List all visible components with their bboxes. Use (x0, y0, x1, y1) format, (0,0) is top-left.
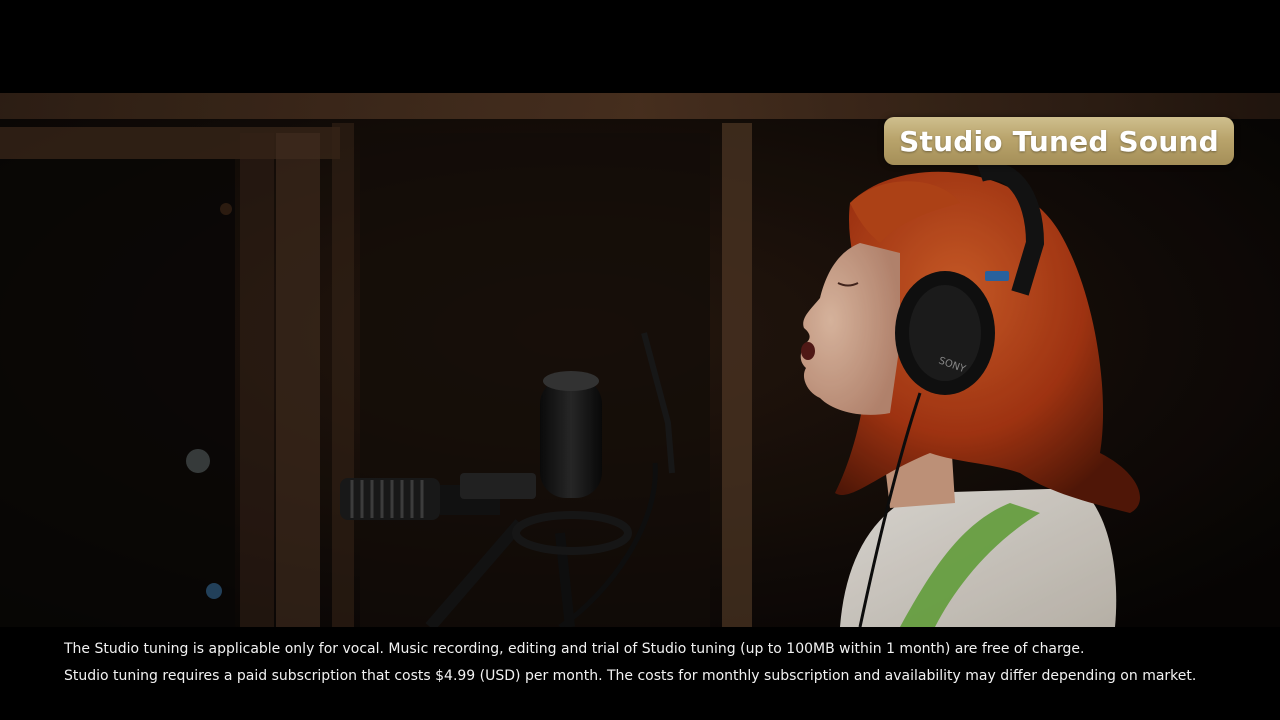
studio-scene: SONY (0, 93, 1280, 627)
video-frame: SONY Studio Tuned Sound The Studio tunin… (0, 0, 1280, 720)
studio-tuned-sound-badge: Studio Tuned Sound (884, 117, 1234, 165)
badge-label: Studio Tuned Sound (899, 124, 1219, 158)
caption-line-2: Studio tuning requires a paid subscripti… (64, 668, 1197, 684)
letterbox-top (0, 0, 1280, 93)
caption-line-1: The Studio tuning is applicable only for… (64, 641, 1085, 657)
disclaimer-caption: The Studio tuning is applicable only for… (0, 627, 1280, 720)
